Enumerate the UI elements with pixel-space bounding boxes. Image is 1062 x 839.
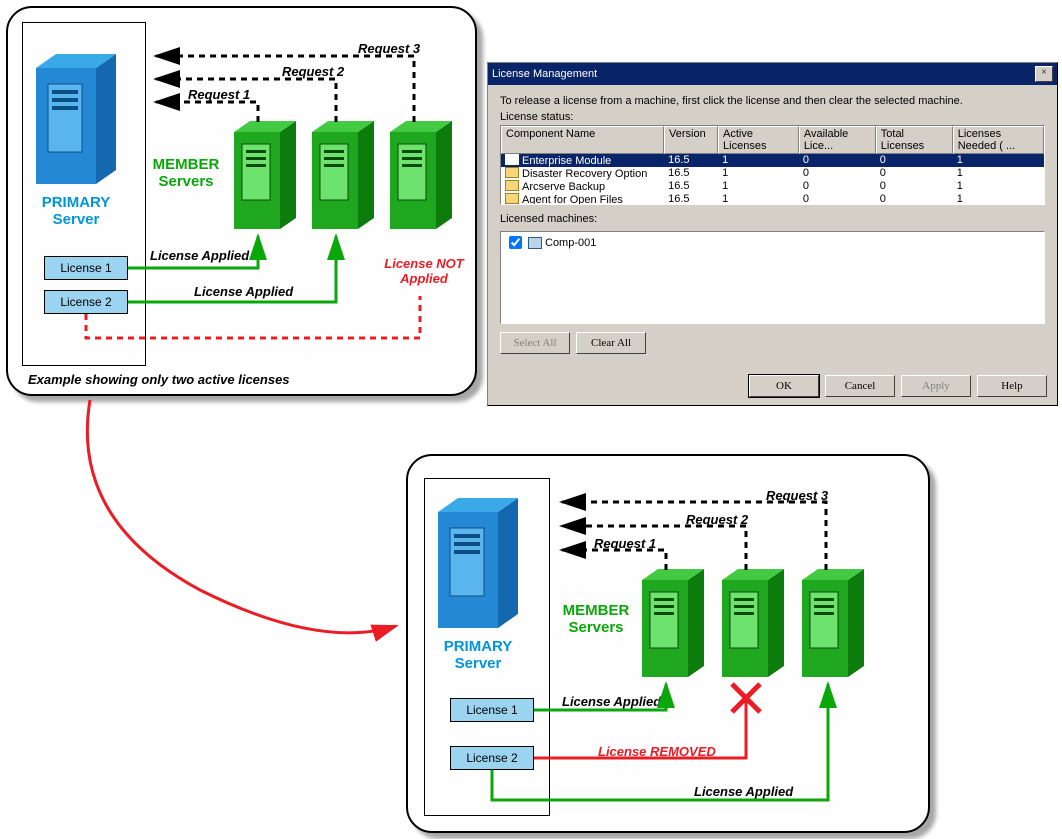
cell-act: 1 (718, 167, 799, 180)
req1-bottom: Request 1 (594, 536, 656, 551)
req1-top: Request 1 (188, 87, 250, 102)
col-version[interactable]: Version (664, 126, 718, 154)
machine-name: Comp-001 (545, 237, 596, 249)
folder-icon (505, 154, 519, 165)
member-label-b-l1: MEMBER (563, 602, 630, 619)
cell-ver: 16.5 (664, 154, 718, 167)
req2-bottom: Request 2 (686, 512, 748, 527)
grid-row[interactable]: Agent for Open Files 16.51001 (501, 193, 1044, 205)
cell-tot: 0 (876, 154, 953, 167)
dialog-titlebar: License Management × (488, 63, 1057, 85)
primary-server-bottom (436, 494, 520, 638)
cell-name: Enterprise Module (522, 155, 611, 167)
primary-label-b-l1: PRIMARY (444, 638, 513, 655)
applied1-label-bottom: License Applied (562, 694, 661, 709)
removed-label-bottom: License REMOVED (598, 744, 716, 759)
member-server2-top (310, 118, 378, 238)
close-icon[interactable]: × (1035, 66, 1053, 82)
cell-act: 1 (718, 154, 799, 167)
cell-ver: 16.5 (664, 193, 718, 205)
grid-row[interactable]: Disaster Recovery Option 16.51001 (501, 167, 1044, 180)
cell-ver: 16.5 (664, 180, 718, 193)
col-active[interactable]: Active Licenses (718, 126, 799, 154)
cell-avail: 0 (799, 154, 876, 167)
clear-all-button[interactable]: Clear All (576, 332, 646, 354)
not-applied-l1: License NOT (384, 256, 463, 271)
applied2-label-bottom: License Applied (694, 784, 793, 799)
cell-name: Arcserve Backup (522, 181, 605, 193)
col-needed[interactable]: Licenses Needed ( ... (953, 126, 1044, 154)
grid-row[interactable]: Arcserve Backup 16.51001 (501, 180, 1044, 193)
member-server1-top (232, 118, 300, 238)
license2-chip-bottom: License 2 (450, 746, 534, 770)
folder-icon (505, 167, 519, 178)
primary-label-top-l1: PRIMARY (42, 194, 111, 211)
cell-name: Disaster Recovery Option (522, 168, 647, 180)
req3-bottom: Request 3 (766, 488, 828, 503)
cell-avail: 0 (799, 193, 876, 205)
not-applied-l2: Applied (400, 271, 448, 286)
cell-tot: 0 (876, 167, 953, 180)
license-status-grid[interactable]: Component Name Version Active Licenses A… (500, 125, 1045, 205)
diagram-top-caption: Example showing only two active licenses (28, 372, 290, 387)
cell-tot: 0 (876, 180, 953, 193)
dialog-title: License Management (492, 68, 597, 80)
member-label-bottom: MEMBER Servers (558, 602, 634, 637)
cell-ver: 16.5 (664, 167, 718, 180)
req2-top: Request 2 (282, 64, 344, 79)
grid-row[interactable]: Enterprise Module 16.5 1 0 0 1 (501, 154, 1044, 167)
ok-button[interactable]: OK (749, 375, 819, 397)
primary-label-top: PRIMARY Server (38, 194, 114, 229)
member-label-top-l1: MEMBER (153, 156, 220, 173)
not-applied-label-top: License NOT Applied (378, 256, 470, 286)
cell-need: 1 (953, 180, 1044, 193)
cancel-button[interactable]: Cancel (825, 375, 895, 397)
applied2-label-top: License Applied (194, 284, 293, 299)
primary-label-top-l2: Server (53, 211, 100, 228)
applied1-label-top: License Applied (150, 248, 249, 263)
folder-icon (505, 180, 519, 191)
license2-chip-top: License 2 (44, 290, 128, 314)
cell-avail: 0 (799, 167, 876, 180)
cell-need: 1 (953, 154, 1044, 167)
cell-tot: 0 (876, 193, 953, 205)
select-all-button[interactable]: Select All (500, 332, 570, 354)
member-server3-top (388, 118, 456, 238)
col-component[interactable]: Component Name (501, 126, 664, 154)
grid-header: Component Name Version Active Licenses A… (501, 126, 1044, 154)
licensed-machines-list[interactable]: Comp-001 (500, 231, 1045, 324)
member-label-top-l2: Servers (158, 173, 213, 190)
cell-name: Agent for Open Files (522, 194, 623, 205)
primary-label-bottom: PRIMARY Server (440, 638, 516, 673)
license-management-dialog: License Management × To release a licens… (487, 62, 1058, 406)
computer-icon (528, 237, 542, 249)
member-server2-bottom (720, 566, 788, 686)
member-server1-bottom (640, 566, 708, 686)
licensed-machines-label: Licensed machines: (488, 213, 1057, 227)
license1-chip-top: License 1 (44, 256, 128, 280)
primary-server-top (34, 50, 118, 194)
req3-top: Request 3 (358, 41, 420, 56)
apply-button[interactable]: Apply (901, 375, 971, 397)
machine-item[interactable]: Comp-001 (501, 233, 1044, 252)
cell-avail: 0 (799, 180, 876, 193)
member-label-b-l2: Servers (568, 619, 623, 636)
member-label-top: MEMBER Servers (148, 156, 224, 191)
col-available[interactable]: Available Lice... (799, 126, 876, 154)
cell-act: 1 (718, 193, 799, 205)
cell-need: 1 (953, 193, 1044, 205)
license-status-label: License status: (488, 111, 1057, 125)
license1-chip-bottom: License 1 (450, 698, 534, 722)
dialog-message: To release a license from a machine, fir… (488, 85, 1057, 111)
col-total[interactable]: Total Licenses (876, 126, 953, 154)
cell-need: 1 (953, 167, 1044, 180)
folder-icon (505, 193, 519, 204)
cell-act: 1 (718, 180, 799, 193)
machine-checkbox[interactable] (509, 236, 522, 249)
member-server3-bottom (800, 566, 868, 686)
help-button[interactable]: Help (977, 375, 1047, 397)
primary-label-b-l2: Server (455, 655, 502, 672)
